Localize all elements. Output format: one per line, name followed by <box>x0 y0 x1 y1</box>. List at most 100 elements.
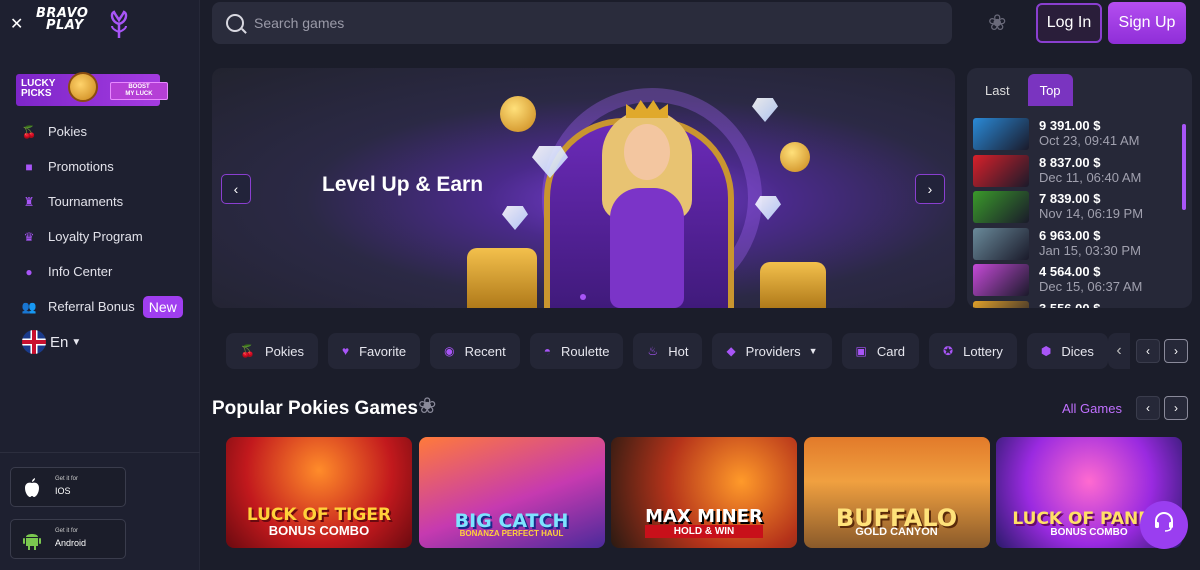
winners-panel: Last Top 9 391.00 $ Oct 23, 09:41 AM 8 837… <box>967 68 1192 308</box>
diamond-icon: ◆ <box>726 344 736 358</box>
banner-title: Level Up & Earn <box>322 173 484 196</box>
chevron-left-icon: ‹ <box>1146 344 1150 358</box>
category-lottery[interactable]: ✪ Lottery <box>929 333 1017 369</box>
category-favorite[interactable]: ♥ Favorite <box>327 333 421 369</box>
winner-row[interactable]: 3 556.00 $ <box>973 300 1173 309</box>
winners-tabs: Last Top <box>977 74 1073 106</box>
heart-icon: ♥ <box>341 344 350 358</box>
lucky-picks-banner[interactable]: LUCKY PICKS BOOST MY LUCK <box>16 72 168 106</box>
winner-row[interactable]: 7 839.00 $ Nov 14, 06:19 PM <box>973 191 1173 228</box>
game-card[interactable]: BIG CATCH BONANZA PERFECT HAUL <box>418 437 605 548</box>
game-thumbnail <box>973 118 1029 150</box>
game-thumbnail <box>973 264 1029 296</box>
winner-row[interactable]: 4 564.00 $ Dec 15, 06:37 AM <box>973 264 1173 301</box>
winner-amount: 4 564.00 $ <box>1039 264 1101 279</box>
category-prev-button[interactable]: ‹ <box>1136 339 1160 363</box>
support-chat-button[interactable] <box>1140 501 1188 549</box>
hero-banner[interactable]: Level Up & Earn ‹ › <box>212 68 955 308</box>
sidebar-item-tournaments[interactable]: ♜ Tournaments <box>0 184 200 219</box>
cherries-icon: 🍒 <box>240 344 255 358</box>
winner-date: Dec 15, 06:37 AM <box>1039 279 1143 294</box>
games-next-button[interactable]: › <box>1164 396 1188 420</box>
sidebar-divider <box>0 452 200 453</box>
winner-amount: 8 837.00 $ <box>1039 154 1101 170</box>
game-subtitle: BONANZA PERFECT HAUL <box>459 529 564 538</box>
category-hot[interactable]: ♨ Hot <box>633 333 703 369</box>
banner-next-button[interactable]: › <box>915 174 945 204</box>
sidebar-item-promotions[interactable]: ■ Promotions <box>0 149 200 184</box>
queen-art <box>602 98 692 308</box>
carousel-dot[interactable] <box>580 294 586 300</box>
users-icon: 👥 <box>21 299 37 314</box>
crown-icon: ♛ <box>23 229 35 244</box>
winner-amount: 9 391.00 $ <box>1039 118 1101 133</box>
game-card[interactable]: BUFFALO GOLD CANYON <box>803 437 990 548</box>
tab-top[interactable]: Top <box>1027 74 1073 106</box>
all-games-link[interactable]: All Games <box>1062 401 1122 416</box>
tulip-logo-icon <box>110 10 128 38</box>
game-card[interactable]: MAX MINER HOLD & WIN <box>611 437 797 548</box>
winner-date: Oct 23, 09:41 AM <box>1039 133 1140 148</box>
logo[interactable]: BRAVO PLAY <box>36 7 136 40</box>
sidebar-item-info-center[interactable]: ● Info Center <box>0 254 200 289</box>
game-card[interactable]: LUCK OF TIGER BONUS COMBO <box>226 437 412 548</box>
category-next-button[interactable]: › <box>1164 339 1188 363</box>
games-row: LUCK OF TIGER BONUS COMBO BIG CATCH BONANZA… <box>226 437 1189 548</box>
winners-scrollbar[interactable] <box>1182 124 1186 210</box>
tab-last[interactable]: Last <box>977 74 1018 106</box>
winner-row[interactable]: 6 963.00 $ Jan 15, 03:30 PM <box>973 227 1173 265</box>
signup-button[interactable]: Sign Up <box>1108 2 1186 44</box>
winner-row[interactable]: 9 391.00 $ Oct 23, 09:41 AM <box>973 118 1173 155</box>
category-roulette[interactable]: ◓ Roulette <box>529 333 624 369</box>
sidebar-item-loyalty-program[interactable]: ♛ Loyalty Program <box>0 219 200 254</box>
diamond-icon <box>752 98 778 122</box>
winner-amount: 6 963.00 $ <box>1039 227 1101 243</box>
chevron-left-icon: ‹ <box>233 181 239 197</box>
winners-list: 9 391.00 $ Oct 23, 09:41 AM 8 837.00 $ Dec … <box>973 118 1173 308</box>
search-icon <box>226 14 244 32</box>
dice-icon: ⬢ <box>1040 344 1052 358</box>
apple-icon <box>23 478 41 498</box>
category-overflow-edge: ‹ <box>1108 333 1130 369</box>
games-prev-button[interactable]: ‹ <box>1136 396 1160 420</box>
category-card[interactable]: ▣ Card <box>841 333 920 369</box>
trophy-icon: ♜ <box>23 194 35 209</box>
search-input[interactable] <box>254 15 854 31</box>
section-title: Popular Pokies Games <box>212 398 418 419</box>
coin-icon <box>500 96 536 132</box>
banner-prev-button[interactable]: ‹ <box>221 174 251 204</box>
sidebar-item-referral-bonus[interactable]: 👥 Referral Bonus New <box>0 289 200 324</box>
cards-icon: ▣ <box>855 344 867 358</box>
roulette-icon: ◓ <box>543 344 552 358</box>
winner-row[interactable]: 8 837.00 $ Dec 11, 06:40 AM <box>973 154 1173 192</box>
chevron-down-icon: ▼ <box>808 346 818 356</box>
game-title: MAX MINER <box>645 506 763 527</box>
android-icon <box>23 530 41 550</box>
game-title: BUFFALO <box>835 504 958 532</box>
android-app-button[interactable]: Get it for Android <box>10 519 126 559</box>
sidebar-item-pokies[interactable]: 🍒 Pokies <box>0 114 200 149</box>
fire-icon: ♨ <box>647 344 659 358</box>
game-title: LUCK OF TIGER <box>246 505 392 525</box>
boost-my-luck-button[interactable]: BOOST MY LUCK <box>110 82 168 100</box>
headset-icon <box>1153 511 1175 539</box>
winner-amount: 3 556.00 $ <box>1039 300 1101 309</box>
game-title: BIG CATCH <box>454 510 569 532</box>
game-thumbnail <box>973 227 1029 260</box>
info-icon: ● <box>25 264 33 279</box>
login-button[interactable]: Log In <box>1036 3 1102 43</box>
new-badge: New <box>142 295 183 318</box>
ios-app-button[interactable]: Get it for IOS <box>10 467 126 507</box>
language-selector[interactable]: En ▼ <box>22 330 81 354</box>
game-thumbnail <box>973 300 1029 308</box>
chevron-left-icon: ‹ <box>1146 401 1150 415</box>
category-dices[interactable]: ⬢ Dices <box>1026 333 1108 369</box>
cherries-icon: 🍒 <box>21 124 37 139</box>
coin-icon <box>780 142 810 172</box>
category-providers[interactable]: ◆ Providers ▼ <box>712 333 832 369</box>
close-icon[interactable]: ✕ <box>10 14 24 33</box>
category-pokies[interactable]: 🍒 Pokies <box>226 333 318 369</box>
category-recent[interactable]: ◉ Recent <box>430 333 520 369</box>
search-bar[interactable] <box>212 2 952 44</box>
coin-pile-art <box>760 262 826 308</box>
